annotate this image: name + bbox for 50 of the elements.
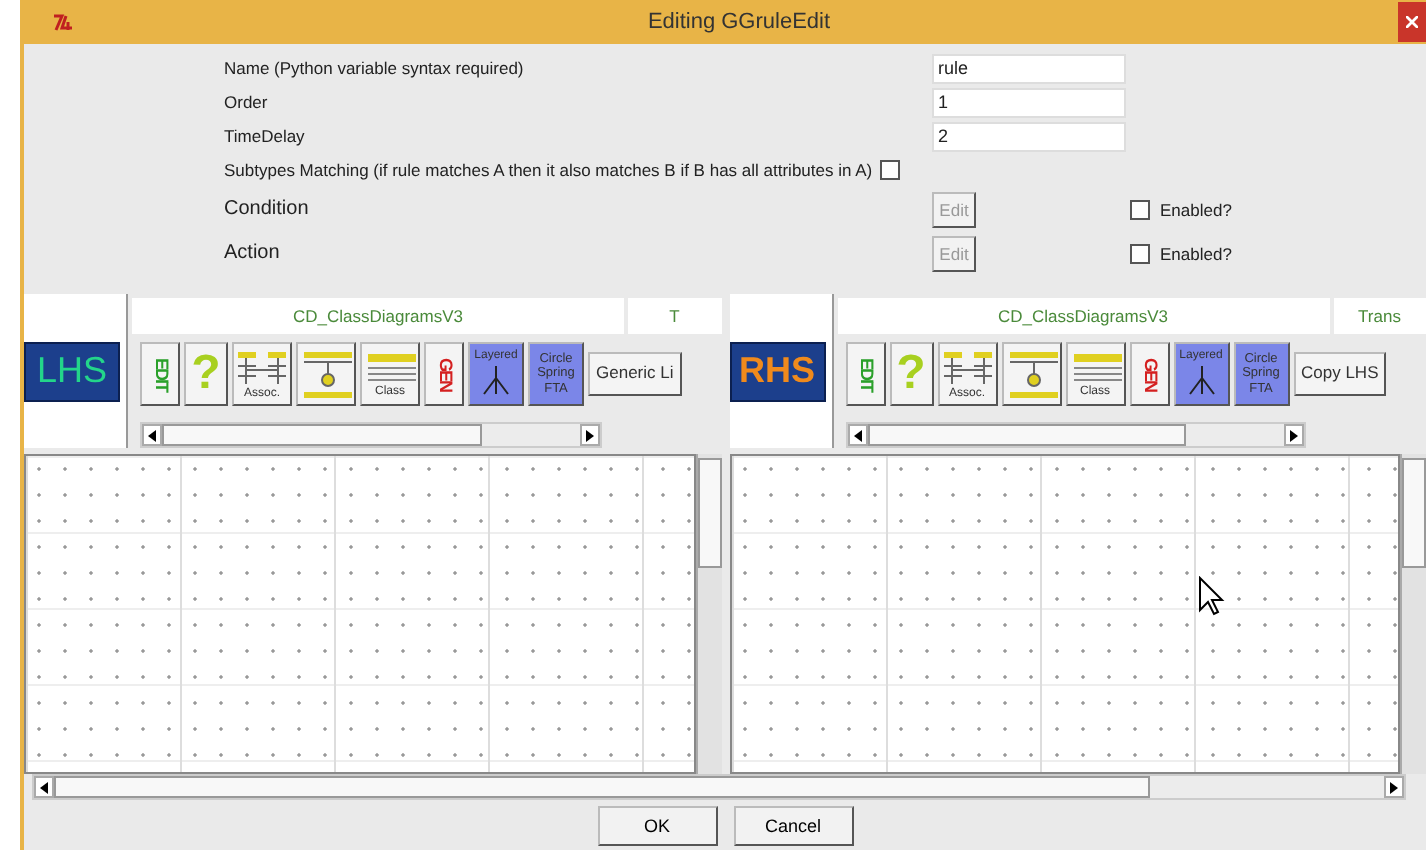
- scroll-left-icon[interactable]: [142, 424, 162, 446]
- gen-button[interactable]: GEN: [1129, 342, 1169, 406]
- class-icon: [1069, 349, 1121, 386]
- field-label: TimeDelay: [224, 126, 307, 146]
- scroll-right-icon[interactable]: [579, 424, 599, 446]
- association-icon: [234, 347, 290, 388]
- horizontal-scrollbar[interactable]: [845, 422, 1306, 448]
- edit-mode-button[interactable]: EDIT: [845, 342, 885, 406]
- toolbar-button[interactable]: Generic Li: [588, 352, 682, 396]
- tree-icon: [478, 362, 514, 399]
- inheritance-icon: [298, 346, 354, 402]
- input-field[interactable]: 2: [932, 121, 1126, 151]
- field-label: Order: [224, 92, 270, 112]
- edit-mode-button[interactable]: EDIT: [140, 342, 180, 406]
- scroll-left-icon[interactable]: [847, 424, 867, 446]
- side-button[interactable]: LHS: [24, 341, 120, 401]
- association-icon: [939, 347, 995, 388]
- toolbar-tab[interactable]: Trans: [1333, 298, 1426, 334]
- horizontal-scrollbar[interactable]: [140, 422, 601, 448]
- ok-button[interactable]: OK: [597, 806, 717, 846]
- checkbox-label: Enabled?: [1160, 199, 1232, 219]
- horizontal-scrollbar[interactable]: [32, 774, 1406, 800]
- field-label: Action: [224, 242, 282, 264]
- toolbar-tab[interactable]: CD_ClassDiagramsV3: [132, 298, 624, 334]
- field-label: Subtypes Matching (if rule matches A then it also matches B if B has all attributes in A): [224, 160, 873, 180]
- gen-button[interactable]: GEN: [424, 342, 464, 406]
- field-label: Name (Python variable syntax required): [224, 58, 526, 78]
- inheritance-button[interactable]: [1001, 342, 1061, 406]
- cancel-button[interactable]: Cancel: [733, 806, 853, 846]
- vertical-scrollbar[interactable]: [1400, 454, 1426, 774]
- scroll-right-icon[interactable]: [1284, 424, 1304, 446]
- toolbar-tab[interactable]: T: [628, 298, 721, 334]
- close-icon: [1406, 16, 1418, 28]
- window-title: Editing GGruleEdit: [645, 10, 833, 34]
- scroll-left-icon[interactable]: [34, 776, 54, 798]
- checkbox[interactable]: [880, 160, 901, 180]
- vertical-scrollbar[interactable]: [695, 454, 721, 774]
- tree-icon: [1183, 362, 1219, 399]
- mouse-pointer-icon: [1197, 576, 1225, 616]
- class-icon: [364, 349, 416, 386]
- input-field[interactable]: 1: [932, 87, 1126, 117]
- toolbar-tab[interactable]: CD_ClassDiagramsV3: [837, 298, 1329, 334]
- scroll-right-icon[interactable]: [1384, 776, 1404, 798]
- side-button[interactable]: RHS: [729, 341, 825, 401]
- field-label: Condition: [224, 198, 311, 220]
- inheritance-button[interactable]: [296, 342, 356, 406]
- input-field[interactable]: rule: [932, 53, 1126, 83]
- close-button[interactable]: [1398, 2, 1426, 42]
- toolbar-button[interactable]: Copy LHS: [1293, 352, 1387, 396]
- checkbox-label: Enabled?: [1160, 243, 1232, 263]
